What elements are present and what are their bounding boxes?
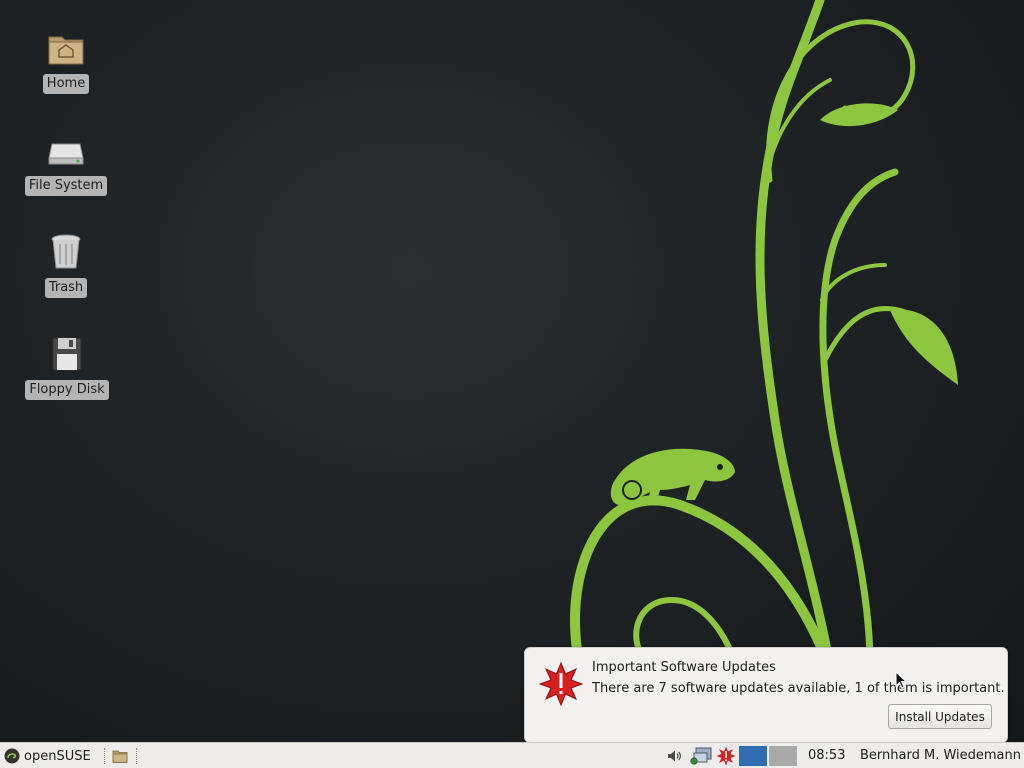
leaf-right	[890, 309, 958, 385]
desktop-icon-file-system[interactable]: File System	[16, 130, 116, 196]
network-icon[interactable]	[690, 747, 712, 765]
install-updates-button[interactable]: Install Updates	[888, 704, 992, 729]
taskbar-separator	[136, 748, 137, 764]
hard-drive-icon	[48, 143, 84, 165]
notification-body: There are 7 software updates available, …	[592, 681, 1005, 696]
desktop: Home File System Trash Floppy Disk Impor…	[0, 0, 1024, 742]
vine-curl-top	[766, 19, 916, 183]
opensuse-logo-icon	[4, 748, 20, 764]
trash-icon	[51, 234, 81, 269]
taskbar: openSUSE 08:53 Bernhard M. Wiedemann	[0, 742, 1024, 768]
taskbar-clock[interactable]: 08:53	[808, 748, 845, 763]
notification-title: Important Software Updates	[592, 660, 776, 675]
vine-branch-small	[820, 263, 887, 302]
wallpaper	[569, 0, 958, 742]
chameleon-eye	[717, 464, 723, 470]
user-name[interactable]: Bernhard M. Wiedemann	[860, 748, 1021, 763]
start-menu-label: openSUSE	[24, 748, 91, 764]
desktop-icon-label: File System	[24, 176, 108, 196]
taskbar-separator	[104, 748, 105, 764]
update-notification[interactable]: Important Software Updates There are 7 s…	[524, 647, 1008, 742]
chameleon	[610, 448, 735, 505]
desktop-icon-trash[interactable]: Trash	[16, 232, 116, 298]
workspace-2-button[interactable]	[769, 746, 797, 766]
workspace-1-button[interactable]	[739, 746, 767, 766]
desktop-icon-label: Floppy Disk	[25, 380, 109, 400]
update-alert-icon[interactable]	[716, 746, 736, 766]
warning-star-icon	[539, 662, 583, 706]
folder-icon[interactable]	[112, 748, 128, 764]
mouse-cursor-icon	[895, 671, 907, 689]
leaf-top	[820, 103, 898, 127]
desktop-icon-label: Trash	[44, 278, 88, 298]
desktop-icon-floppy-disk[interactable]: Floppy Disk	[17, 334, 117, 400]
home-folder-icon	[48, 36, 84, 65]
start-menu-button[interactable]: openSUSE	[4, 746, 91, 766]
floppy-disk-icon	[52, 337, 82, 371]
volume-icon[interactable]	[666, 748, 682, 764]
desktop-icon-label: Home	[42, 74, 90, 94]
desktop-icon-home[interactable]: Home	[16, 28, 116, 94]
